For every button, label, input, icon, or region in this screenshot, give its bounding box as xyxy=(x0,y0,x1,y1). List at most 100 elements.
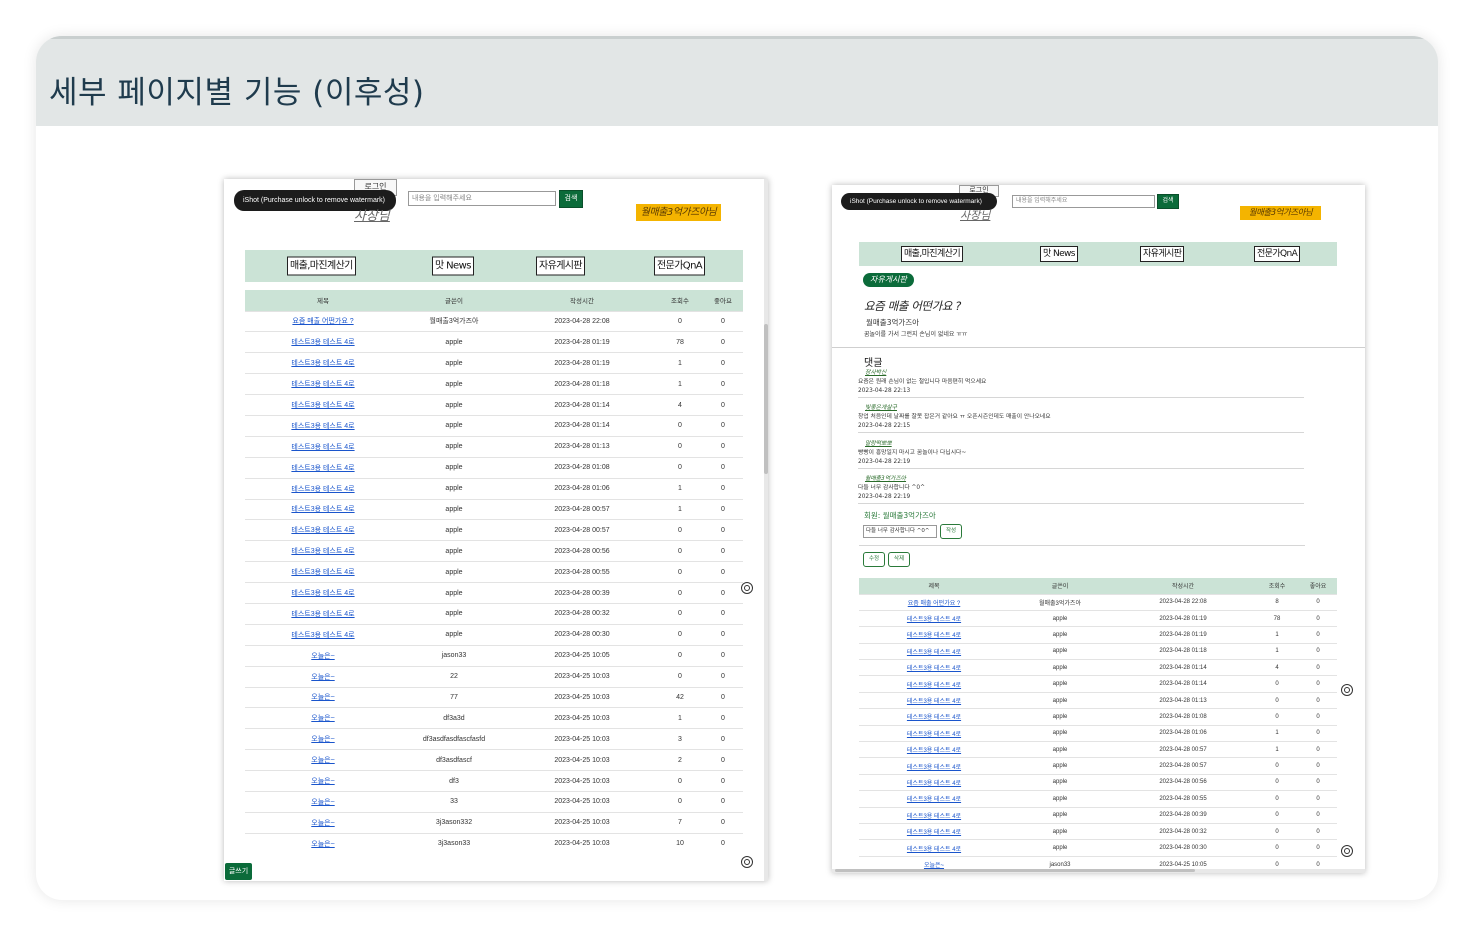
post-title-link[interactable]: 요즘 매출 어떤가요 ? xyxy=(292,318,353,325)
table-row[interactable]: 테스트3용 테스트 4로 apple 2023-04-28 00:57 1 0 xyxy=(245,498,743,520)
post-title-link[interactable]: 테스트3용 테스트 4로 xyxy=(907,650,961,656)
cell-title[interactable]: 테스트3용 테스트 4로 xyxy=(859,790,1009,808)
comment-input[interactable]: 다들 너무 감사합니다 ^0^ xyxy=(863,525,937,538)
post-title-link[interactable]: 테스트3용 테스트 4로 xyxy=(291,402,354,409)
post-title-link[interactable]: 오늘은~ xyxy=(311,757,334,764)
post-title-link[interactable]: 테스트3용 테스트 4로 xyxy=(291,569,354,576)
cell-title[interactable]: 오늘은~ xyxy=(245,686,401,708)
cell-title[interactable]: 테스트3용 테스트 4로 xyxy=(859,642,1009,660)
table-row[interactable]: 테스트3용 테스트 4로 apple 2023-04-28 00:30 0 0 xyxy=(859,839,1337,857)
table-row[interactable]: 요즘 매출 어떤가요 ? 월매출3억가즈아 2023-04-28 22:08 0 0 xyxy=(245,310,743,332)
post-title-link[interactable]: 테스트3용 테스트 4로 xyxy=(907,617,961,623)
chatgpt-icon[interactable] xyxy=(1341,845,1353,857)
cell-title[interactable]: 오늘은~ xyxy=(245,644,401,667)
delete-button[interactable]: 삭제 xyxy=(888,552,910,567)
cell-title[interactable]: 테스트3용 테스트 4로 xyxy=(245,519,401,541)
post-title-link[interactable]: 테스트3용 테스트 4로 xyxy=(907,847,961,853)
nav-free-board[interactable]: 자유게시판 xyxy=(1140,246,1185,262)
post-title-link[interactable]: 테스트3용 테스트 4로 xyxy=(907,732,961,738)
chatgpt-icon[interactable] xyxy=(741,856,753,868)
post-title-link[interactable]: 테스트3용 테스트 4로 xyxy=(291,381,354,388)
cell-title[interactable]: 오늘은~ xyxy=(245,790,401,813)
nav-news[interactable]: 맛 News xyxy=(432,256,474,276)
post-title-link[interactable]: 테스트3용 테스트 4로 xyxy=(291,506,354,513)
table-row[interactable]: 오늘은~ 22 2023-04-25 10:03 0 0 xyxy=(245,665,743,688)
cell-title[interactable]: 오늘은~ xyxy=(245,811,401,834)
table-row[interactable]: 테스트3용 테스트 4로 apple 2023-04-28 00:57 0 0 xyxy=(245,519,743,541)
user-link[interactable]: 사장님 xyxy=(960,207,990,223)
table-row[interactable]: 테스트3용 테스트 4로 apple 2023-04-28 01:08 0 0 xyxy=(245,456,743,479)
cell-title[interactable]: 테스트3용 테스트 4로 xyxy=(859,675,1009,693)
post-title-link[interactable]: 테스트3용 테스트 4로 xyxy=(907,814,961,820)
post-title-link[interactable]: 오늘은~ xyxy=(311,715,334,722)
cell-title[interactable]: 오늘은~ xyxy=(245,832,401,855)
table-row[interactable]: 오늘은~ 77 2023-04-25 10:03 42 0 xyxy=(245,686,743,708)
scrollbar-thumb[interactable] xyxy=(835,869,1195,872)
post-title-link[interactable]: 테스트3용 테스트 4로 xyxy=(907,666,961,672)
table-row[interactable]: 테스트3용 테스트 4로 apple 2023-04-28 01:14 4 0 xyxy=(859,659,1337,676)
post-title-link[interactable]: 테스트3용 테스트 4로 xyxy=(291,444,354,451)
cell-title[interactable]: 테스트3용 테스트 4로 xyxy=(859,724,1009,742)
table-row[interactable]: 테스트3용 테스트 4로 apple 2023-04-28 00:39 0 0 xyxy=(245,582,743,604)
post-title-link[interactable]: 테스트3용 테스트 4로 xyxy=(291,486,354,493)
table-row[interactable]: 테스트3용 테스트 4로 apple 2023-04-28 00:32 0 0 xyxy=(245,602,743,625)
table-row[interactable]: 오늘은~ 3j3ason332 2023-04-25 10:03 7 0 xyxy=(245,811,743,834)
cell-title[interactable]: 오늘은~ xyxy=(245,707,401,729)
cell-title[interactable]: 테스트3용 테스트 4로 xyxy=(245,498,401,520)
post-title-link[interactable]: 테스트3용 테스트 4로 xyxy=(291,632,354,639)
user-link[interactable]: 사장님 xyxy=(354,205,390,224)
cell-title[interactable]: 테스트3용 테스트 4로 xyxy=(859,626,1009,644)
post-title-link[interactable]: 오늘은~ xyxy=(311,778,334,785)
post-title-link[interactable]: 테스트3용 테스트 4로 xyxy=(291,465,354,472)
brand-logo[interactable]: 월매출3억가즈아님 xyxy=(636,204,721,221)
cell-title[interactable]: 테스트3용 테스트 4로 xyxy=(245,602,401,625)
post-title-link[interactable]: 오늘은~ xyxy=(311,736,334,743)
post-title-link[interactable]: 요즘 매출 어떤가요 ? xyxy=(908,601,961,607)
table-row[interactable]: 요즘 매출 어떤가요 ? 월매출3억가즈아 2023-04-28 22:08 8 0 xyxy=(859,593,1337,611)
post-title-link[interactable]: 테스트3용 테스트 4로 xyxy=(291,590,354,597)
cell-title[interactable]: 테스트3용 테스트 4로 xyxy=(859,757,1009,775)
cell-title[interactable]: 테스트3용 테스트 4로 xyxy=(859,773,1009,791)
table-row[interactable]: 테스트3용 테스트 4로 apple 2023-04-28 01:19 78 0 xyxy=(245,331,743,353)
cell-title[interactable]: 테스트3용 테스트 4로 xyxy=(859,708,1009,726)
cell-title[interactable]: 테스트3용 테스트 4로 xyxy=(245,582,401,604)
table-row[interactable]: 오늘은~ df3asdfascf 2023-04-25 10:03 2 0 xyxy=(245,749,743,771)
table-row[interactable]: 테스트3용 테스트 4로 apple 2023-04-28 01:18 1 0 xyxy=(859,642,1337,660)
table-row[interactable]: 테스트3용 테스트 4로 apple 2023-04-28 01:14 0 0 xyxy=(245,414,743,437)
table-row[interactable]: 테스트3용 테스트 4로 apple 2023-04-28 01:19 1 0 xyxy=(859,626,1337,644)
cell-title[interactable]: 테스트3용 테스트 4로 xyxy=(859,691,1009,709)
table-row[interactable]: 오늘은~ jason33 2023-04-25 10:05 0 0 xyxy=(245,644,743,667)
table-row[interactable]: 테스트3용 테스트 4로 apple 2023-04-28 00:30 0 0 xyxy=(245,623,743,646)
cell-title[interactable]: 테스트3용 테스트 4로 xyxy=(245,435,401,458)
post-title-link[interactable]: 테스트3용 테스트 4로 xyxy=(291,423,354,430)
table-row[interactable]: 테스트3용 테스트 4로 apple 2023-04-28 01:06 1 0 xyxy=(859,724,1337,742)
cell-title[interactable]: 오늘은~ xyxy=(245,665,401,688)
nav-news[interactable]: 맛 News xyxy=(1040,246,1078,262)
cell-title[interactable]: 오늘은~ xyxy=(245,728,401,750)
post-title-link[interactable]: 테스트3용 테스트 4로 xyxy=(291,611,354,618)
cell-title[interactable]: 테스트3용 테스트 4로 xyxy=(245,394,401,416)
table-row[interactable]: 테스트3용 테스트 4로 apple 2023-04-28 00:55 0 0 xyxy=(859,790,1337,808)
nav-sales-calculator[interactable]: 매출,마진계산기 xyxy=(901,246,964,262)
comment-submit-button[interactable]: 작성 xyxy=(940,524,962,539)
post-title-link[interactable]: 오늘은~ xyxy=(311,841,334,848)
post-title-link[interactable]: 오늘은~ xyxy=(311,674,334,681)
brand-logo[interactable]: 월매출3억가즈아님 xyxy=(1240,206,1321,220)
post-title-link[interactable]: 오늘은~ xyxy=(311,799,334,806)
search-button[interactable]: 검색 xyxy=(559,190,583,208)
table-row[interactable]: 오늘은~ 3j3ason33 2023-04-25 10:03 10 0 xyxy=(245,832,743,855)
cell-title[interactable]: 테스트3용 테스트 4로 xyxy=(245,373,401,395)
post-title-link[interactable]: 테스트3용 테스트 4로 xyxy=(907,633,961,639)
comment-author[interactable]: 장사박신 xyxy=(858,369,1304,378)
edit-button[interactable]: 수정 xyxy=(863,552,885,567)
post-title-link[interactable]: 테스트3용 테스트 4로 xyxy=(291,360,354,367)
post-title-link[interactable]: 테스트3용 테스트 4로 xyxy=(291,548,354,555)
post-title-link[interactable]: 테스트3용 테스트 4로 xyxy=(907,797,961,803)
post-title-link[interactable]: 테스트3용 테스트 4로 xyxy=(907,715,961,721)
table-row[interactable]: 테스트3용 테스트 4로 apple 2023-04-28 01:13 0 0 xyxy=(245,435,743,458)
nav-free-board[interactable]: 자유게시판 xyxy=(536,256,586,276)
table-row[interactable]: 테스트3용 테스트 4로 apple 2023-04-28 01:14 4 0 xyxy=(245,394,743,416)
table-row[interactable]: 테스트3용 테스트 4로 apple 2023-04-28 00:32 0 0 xyxy=(859,822,1337,840)
table-row[interactable]: 테스트3용 테스트 4로 apple 2023-04-28 01:13 0 0 xyxy=(859,691,1337,709)
cell-title[interactable]: 테스트3용 테스트 4로 xyxy=(859,609,1009,627)
